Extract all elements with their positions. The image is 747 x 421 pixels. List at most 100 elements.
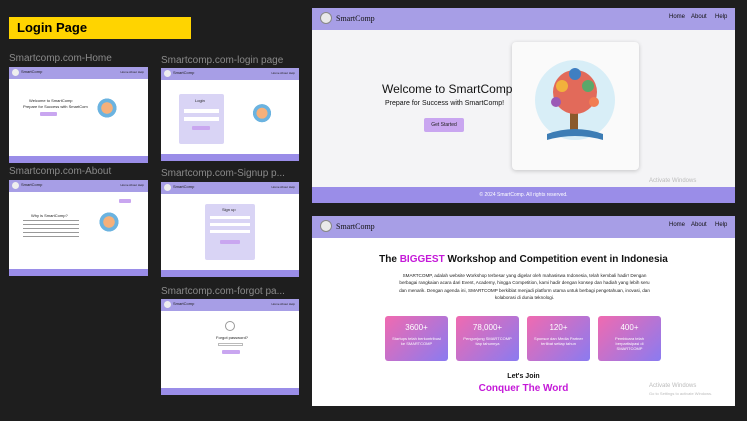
thumb-brand: SmartComp xyxy=(21,182,43,187)
logo-icon xyxy=(164,70,171,77)
thumb-signup-card: Sign up xyxy=(205,204,255,260)
thumb-links: Home About Help xyxy=(271,71,295,75)
thumb-button xyxy=(220,240,240,244)
thumb-footer xyxy=(161,270,299,277)
stat-card: 400+ Pembicara telah berpartisipasi di SM… xyxy=(598,316,661,361)
thumb-button xyxy=(119,199,131,203)
thumb-signup-title: Sign up xyxy=(222,207,236,212)
thumb-footer xyxy=(9,156,148,163)
thumb-brand: SmartComp xyxy=(173,301,195,306)
about-body: SMARTCOMP, adalah website Workshop terbe… xyxy=(399,273,650,301)
logo-icon xyxy=(320,220,332,232)
thumb-cta xyxy=(40,112,57,116)
about-heading-strong: BIGGEST xyxy=(399,254,445,265)
logo-icon xyxy=(320,12,332,24)
thumb-brand: SmartComp xyxy=(173,70,195,75)
thumb-nav: SmartComp Home About Help xyxy=(161,299,299,311)
thumb-about-title: Why is SmartComp? xyxy=(31,213,68,218)
thumb-login-card: Login xyxy=(179,94,224,144)
stat-number: 3600+ xyxy=(405,323,428,332)
thumb-input xyxy=(210,230,250,233)
thumb-nav: SmartComp Home About Help xyxy=(161,182,299,194)
logo-icon xyxy=(164,184,171,191)
nav-home[interactable]: Home xyxy=(669,14,685,20)
thumb-home[interactable]: SmartComp Home About Help Welcome to Smar… xyxy=(9,67,148,163)
lock-icon xyxy=(225,321,235,331)
join-text: Let's Join xyxy=(507,373,540,380)
thumb-welcome: Welcome to SmartComp xyxy=(29,98,73,103)
thumb-nav: SmartComp Home About Help xyxy=(161,68,299,80)
about-heading: The BIGGEST Workshop and Competition eve… xyxy=(312,254,735,265)
home-page-preview[interactable]: SmartComp Home About Help Welcome to Sma… xyxy=(312,8,735,203)
nav-home[interactable]: Home xyxy=(669,222,685,228)
stat-card: 120+ Sponsor dan Media Partner terlibat s… xyxy=(527,316,590,361)
stat-desc: Sponsor dan Media Partner terlibat setia… xyxy=(534,336,583,346)
stat-desc: Pembicara telah berpartisipasi di SMARTC… xyxy=(615,336,644,351)
frame-title-about: Smartcomp.com-About xyxy=(9,166,112,177)
stat-desc: Pengunjung SMARTCOMP tiap tahunnya xyxy=(463,336,512,346)
thumb-forgot[interactable]: SmartComp Home About Help Forgot password… xyxy=(161,299,299,395)
thumb-login-title: Login xyxy=(195,98,205,103)
thumb-links: Home About Help xyxy=(120,183,144,187)
activate-windows-title: Activate Windows xyxy=(649,178,697,184)
nav-help[interactable]: Help xyxy=(715,222,727,228)
thumb-about[interactable]: SmartComp Home About Help Why is SmartCom… xyxy=(9,180,148,276)
activate-windows-sub: Go to Settings to activate Windows. xyxy=(649,391,713,396)
home-heading: Welcome to SmartComp xyxy=(382,82,513,96)
thumb-nav: SmartComp Home About Help xyxy=(9,180,148,192)
thumb-about-text xyxy=(23,220,79,240)
thumb-footer xyxy=(161,388,299,395)
page-label: Login Page xyxy=(9,17,191,39)
home-subheading: Prepare for Success with SmartComp! xyxy=(385,100,505,107)
thumb-button xyxy=(222,350,240,354)
nav-help[interactable]: Help xyxy=(715,14,727,20)
nav-about[interactable]: About xyxy=(691,14,707,20)
about-brand[interactable]: SmartComp xyxy=(336,222,375,231)
thumb-links: Home About Help xyxy=(271,185,295,189)
stat-number: 78,000+ xyxy=(472,323,503,332)
logo-icon xyxy=(12,69,19,76)
stat-number: 400+ xyxy=(620,323,639,332)
home-navbar: SmartComp Home About Help xyxy=(312,8,735,30)
about-navbar: SmartComp Home About Help xyxy=(312,216,735,238)
thumb-welcome-sub: Prepare for Success with SmartComp! xyxy=(23,104,92,109)
thumb-footer xyxy=(161,154,299,161)
home-brand[interactable]: SmartComp xyxy=(336,14,375,23)
thumb-input xyxy=(210,216,250,219)
thumb-footer xyxy=(9,269,148,276)
frame-title-forgot: Smartcomp.com-forgot pa... xyxy=(161,286,285,297)
thumb-brand: SmartComp xyxy=(173,184,195,189)
stat-card: 3600+ Startups telah berkontribusi ke SMA… xyxy=(385,316,448,361)
about-heading-pre: The xyxy=(379,254,400,265)
thumb-button xyxy=(192,126,210,130)
thumb-signup[interactable]: SmartComp Home About Help Sign up xyxy=(161,182,299,277)
thumb-forgot-title: Forgot password? xyxy=(216,335,249,340)
about-heading-post: Workshop and Competition event in Indone… xyxy=(444,254,668,265)
thumb-brand: SmartComp xyxy=(21,69,43,74)
thumb-input xyxy=(218,343,243,346)
logo-icon xyxy=(12,182,19,189)
stat-card: 78,000+ Pengunjung SMARTCOMP tiap tahunny… xyxy=(456,316,519,361)
nav-about[interactable]: About xyxy=(691,222,707,228)
stat-desc: Startups telah berkontribusi ke SMARTCOM… xyxy=(392,336,441,346)
about-page-preview[interactable]: SmartComp Home About Help The BIGGEST Wo… xyxy=(312,216,735,406)
hero-card xyxy=(512,42,639,170)
get-started-button[interactable]: Get Started xyxy=(424,118,464,132)
stat-number: 120+ xyxy=(549,323,568,332)
thumb-login[interactable]: SmartComp Home About Help Login xyxy=(161,68,299,161)
thumb-input xyxy=(184,117,219,121)
home-footer: © 2024 SmartComp. All rights reserved. xyxy=(312,187,735,203)
thumb-links: Home About Help xyxy=(271,302,295,306)
logo-icon xyxy=(164,301,171,308)
frame-title-signup: Smartcomp.com-Signup p... xyxy=(161,168,285,179)
thumb-input xyxy=(184,109,219,113)
tree-illustration-icon xyxy=(87,92,127,132)
tree-illustration-icon xyxy=(535,60,615,140)
tree-illustration-icon xyxy=(243,98,281,136)
frame-title-home: Smartcomp.com-Home xyxy=(9,53,112,64)
activate-windows-title: Activate Windows xyxy=(649,383,697,389)
thumb-nav: SmartComp Home About Help xyxy=(9,67,148,79)
thumb-links: Home About Help xyxy=(120,70,144,74)
tree-illustration-icon xyxy=(89,206,129,246)
frame-title-login: Smartcomp.com-login page xyxy=(161,55,284,66)
